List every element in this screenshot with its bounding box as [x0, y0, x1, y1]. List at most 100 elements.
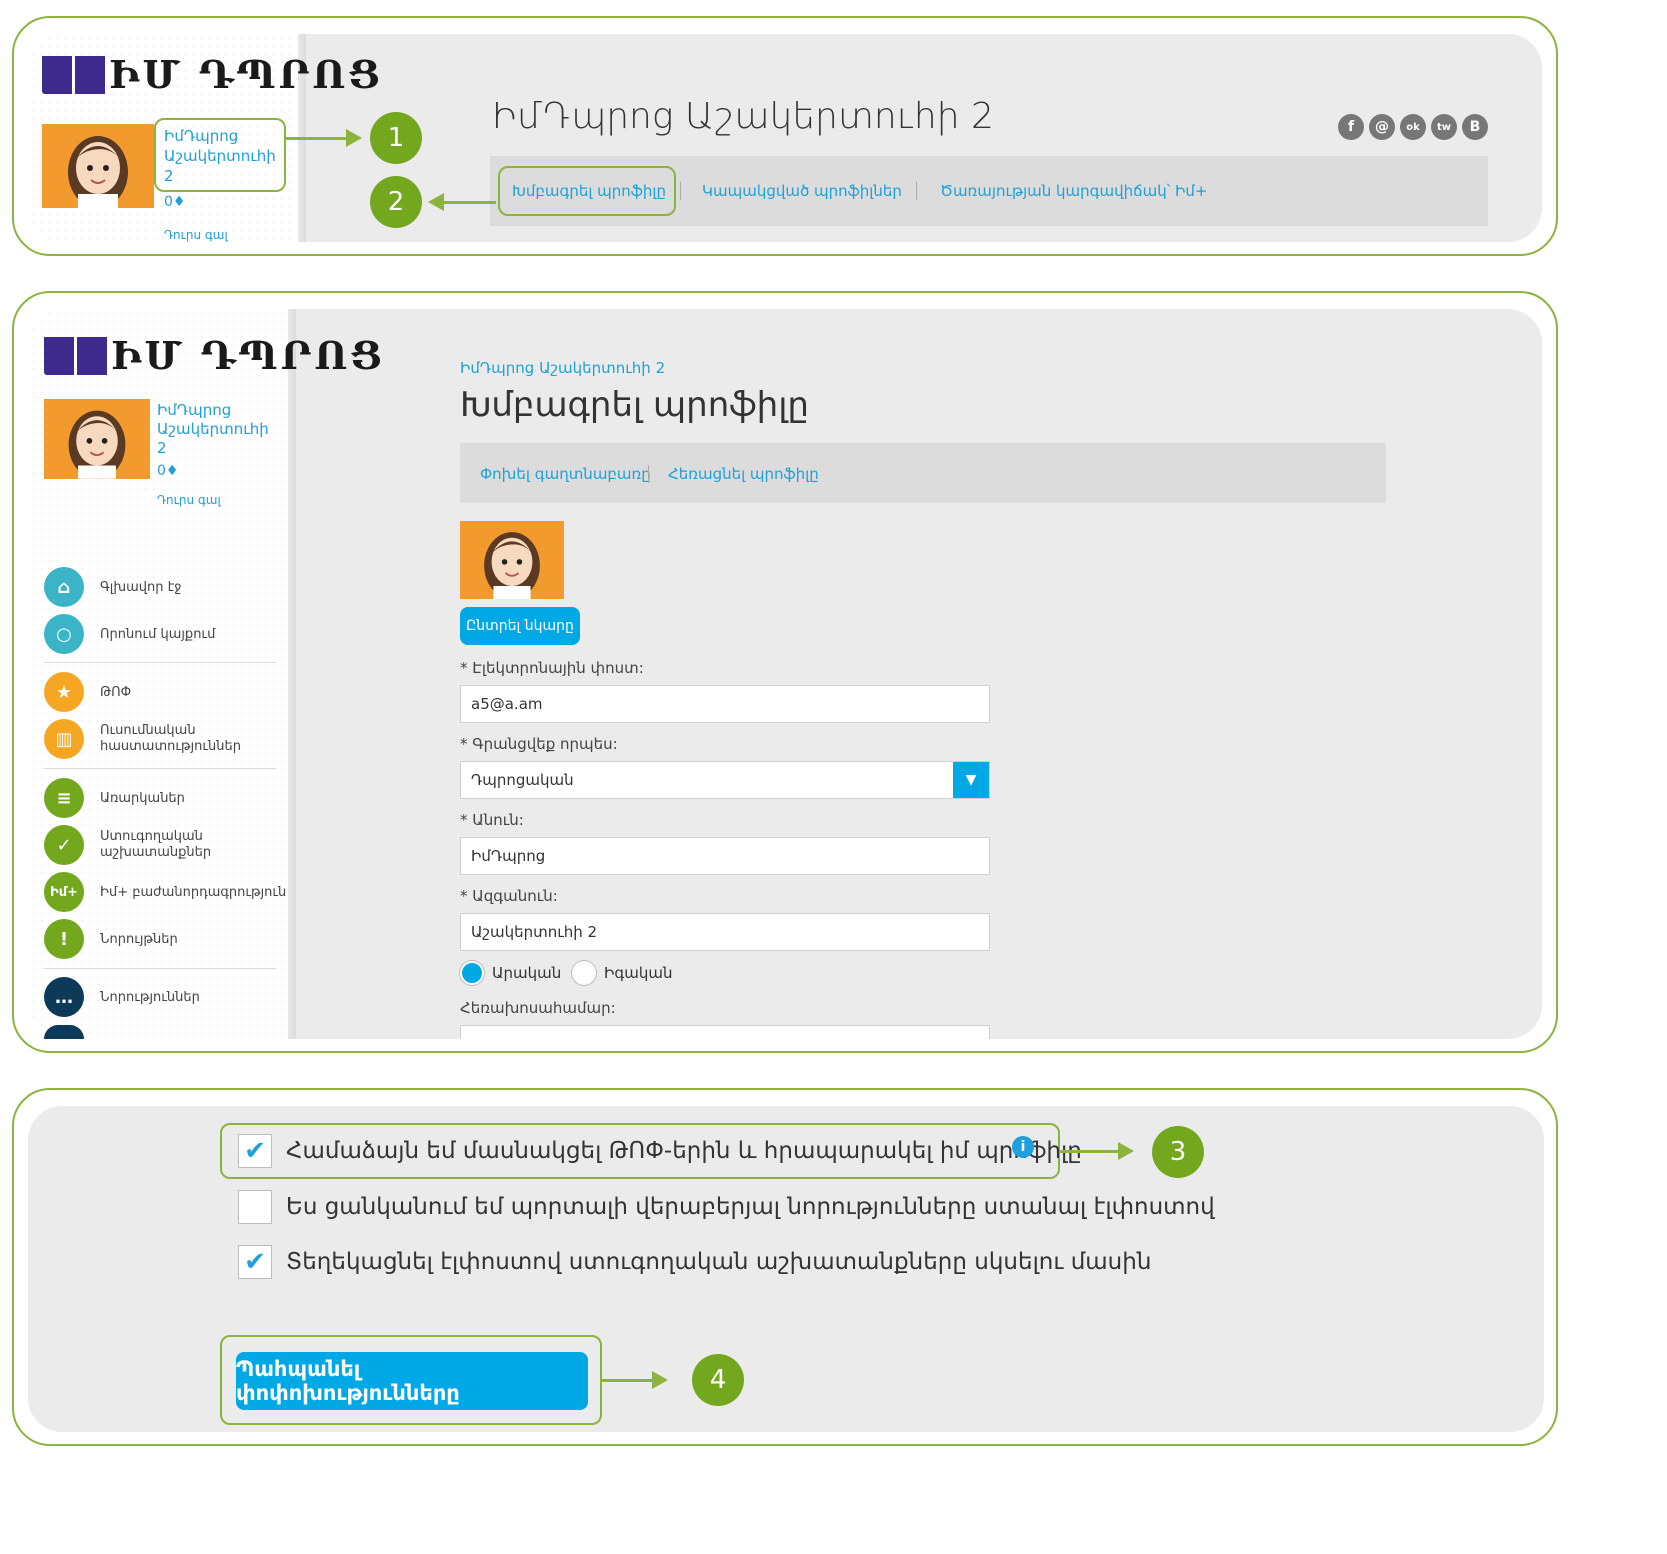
register-as-select[interactable]: Դպրոցական ▼ — [460, 761, 990, 799]
step-panel-2: ԻՄ ԴՊՐՈՑ ԻմԴպրոց Աշակերտուհի 2 0♦ Դուրս … — [12, 291, 1558, 1053]
agree-label: Համաձայն եմ մասնակցել ԹՈՓ-երին և հրապարա… — [286, 1138, 1082, 1164]
menu-divider — [44, 768, 276, 769]
gender-male-radio[interactable]: Արական — [460, 961, 561, 985]
first-name-field[interactable]: ԻմԴպրոց — [460, 837, 990, 875]
tab-service-plan[interactable]: Ծառայության կարգավիճակ՝ Իմ+ — [940, 182, 1207, 200]
arrow-to-1 — [286, 129, 362, 147]
chevron-down-icon[interactable]: ▼ — [953, 762, 989, 798]
logout-link[interactable]: Դուրս գալ — [157, 493, 221, 507]
menu-item-top[interactable]: ★ ԹՈՓ — [44, 672, 131, 712]
menu-label: Ստուգողական աշխատանքներ — [100, 829, 212, 860]
nav-divider — [648, 465, 649, 483]
menu-label: ԹՈՓ — [100, 684, 132, 700]
notify-tests-checkbox[interactable]: ✔ — [238, 1245, 272, 1279]
username-line-2: Աշակերտուհի — [157, 420, 269, 438]
mail-icon[interactable]: @ — [1369, 114, 1395, 140]
gender-male-label: Արական — [492, 964, 562, 982]
logout-link[interactable]: Դուրս գալ — [164, 228, 228, 242]
chat-icon: … — [44, 977, 84, 1017]
home-icon: ⌂ — [44, 567, 84, 607]
menu-label: Գլխավոր էջ — [100, 579, 182, 595]
menu-label: Իմ+ բաժանորդագրություն — [100, 884, 287, 900]
radio-selected-icon — [460, 961, 484, 985]
newsletter-checkbox[interactable] — [238, 1190, 272, 1224]
facebook-icon[interactable]: f — [1338, 114, 1364, 140]
avatar[interactable] — [42, 124, 154, 208]
menu-item-home[interactable]: ⌂ Գլխավոր էջ — [44, 567, 182, 607]
odnoklassniki-icon[interactable]: ok — [1400, 114, 1426, 140]
twitter-icon[interactable]: tw — [1431, 114, 1457, 140]
newsletter-label: Ես ցանկանում եմ պորտալի վերաբերյալ նորու… — [286, 1194, 1215, 1220]
step-number-4: 4 — [692, 1354, 744, 1406]
profile-image-preview — [460, 521, 564, 599]
register-as-label: * Գրանցվեք որպես: — [460, 735, 618, 753]
tab-linked-profiles[interactable]: Կապակցված պրոֆիլներ — [702, 182, 902, 200]
vk-icon[interactable]: B — [1462, 114, 1488, 140]
checkmark-icon: ✔ — [244, 1247, 266, 1277]
tab-edit-profile[interactable]: Խմբագրել պրոֆիլը — [512, 182, 666, 200]
exclamation-icon: ! — [44, 919, 84, 959]
star-icon: ★ — [44, 672, 84, 712]
menu-item-news[interactable]: … Նորություններ — [44, 977, 200, 1017]
menu-item-novelties[interactable]: ! Նորույթներ — [44, 919, 178, 959]
menu-divider — [44, 968, 276, 969]
notify-tests-label: Տեղեկացնել էլփոստով ստուգողական աշխատանք… — [286, 1249, 1152, 1275]
menu-item-search[interactable]: ○ Որոնում կայքում — [44, 614, 215, 654]
username-link[interactable]: ԻմԴպրոց Աշակերտուհի 2 — [157, 401, 269, 458]
menu-item-subscription[interactable]: Իմ+ Իմ+ բաժանորդագրություն — [44, 872, 286, 912]
nav-divider — [680, 182, 681, 200]
site-logo[interactable]: ԻՄ ԴՊՐՈՑ — [44, 333, 385, 378]
phone-label: Հեռախոսահամար: — [460, 999, 616, 1017]
menu-item-subjects[interactable]: ≡ Առարկաներ — [44, 778, 185, 818]
step-number-3: 3 — [1152, 1126, 1204, 1178]
username-link[interactable]: ԻմԴպրոց Աշակերտուհի 2 — [164, 126, 276, 186]
menu-item-tests[interactable]: ✓ Ստուգողական աշխատանքներ — [44, 825, 274, 865]
radio-empty-icon — [572, 961, 596, 985]
username-line-1: ԻմԴպրոց — [157, 401, 232, 419]
menu-item-institutions[interactable]: ▥ Ուսումնական հաստատություններ — [44, 719, 274, 759]
change-password-link[interactable]: Փոխել գաղտնաբառը — [480, 465, 651, 483]
points-counter: 0♦ — [164, 194, 186, 210]
step-number-1: 1 — [370, 112, 422, 164]
username-line-1: ԻմԴպրոց — [164, 127, 239, 145]
delete-profile-link[interactable]: Հեռացնել պրոֆիլը — [668, 465, 819, 483]
last-name-label: * Ազգանուն: — [460, 887, 558, 905]
book-icon — [44, 336, 107, 375]
email-label: * Էլեկտրոնային փոստ: — [460, 659, 644, 677]
last-name-field[interactable]: Աշակերտուհի 2 — [460, 913, 990, 951]
phone-field[interactable] — [460, 1025, 990, 1039]
avatar[interactable] — [44, 399, 150, 479]
arrow-to-2 — [428, 193, 496, 211]
agree-checkbox[interactable]: ✔ — [238, 1134, 272, 1168]
girl-avatar-icon — [68, 136, 128, 208]
step-panel-3: ✔ Համաձայն եմ մասնակցել ԹՈՓ-երին և հրապա… — [12, 1088, 1558, 1446]
points-counter: 0♦ — [157, 463, 179, 479]
logo-text: ԻՄ ԴՊՐՈՑ — [109, 52, 384, 97]
username-line-2: Աշակերտուհի — [164, 147, 276, 165]
check-icon: ✓ — [44, 825, 84, 865]
site-logo[interactable]: ԻՄ ԴՊՐՈՑ — [42, 52, 383, 97]
menu-divider — [44, 662, 276, 663]
step-number-2: 2 — [370, 176, 422, 228]
checkmark-icon: ✔ — [244, 1136, 266, 1166]
choose-image-button[interactable]: Ընտրել նկարը — [460, 607, 580, 645]
info-icon[interactable]: i — [1012, 1136, 1034, 1158]
email-field[interactable]: a5@a.am — [460, 685, 990, 723]
im-plus-icon: Իմ+ — [44, 872, 84, 912]
subjects-icon: ≡ — [44, 778, 84, 818]
menu-label: Որոնում կայքում — [100, 626, 216, 642]
girl-avatar-icon — [68, 410, 126, 479]
menu-label: Նորույթներ — [100, 931, 178, 947]
book-icon — [42, 55, 105, 94]
gender-female-label: Իգական — [604, 964, 673, 982]
step-panel-1: ԻՄ ԴՊՐՈՑ ԻմԴպրոց Աշակերտուհի 2 0♦ Դուրս … — [12, 16, 1558, 256]
logo-text: ԻՄ ԴՊՐՈՑ — [111, 333, 386, 378]
girl-avatar-icon — [484, 532, 540, 599]
menu-label: Ուսումնական հաստատություններ — [100, 723, 241, 754]
profile-title: ԻմԴպրոց Աշակերտուհի 2 — [492, 96, 994, 137]
breadcrumb[interactable]: ԻմԴպրոց Աշակերտուհի 2 — [460, 359, 665, 377]
arrow-to-3 — [1060, 1142, 1134, 1160]
save-changes-button[interactable]: Պահպանել փոփոխությունները — [236, 1352, 588, 1410]
first-name-label: * Անուն: — [460, 811, 524, 829]
gender-female-radio[interactable]: Իգական — [572, 961, 672, 985]
